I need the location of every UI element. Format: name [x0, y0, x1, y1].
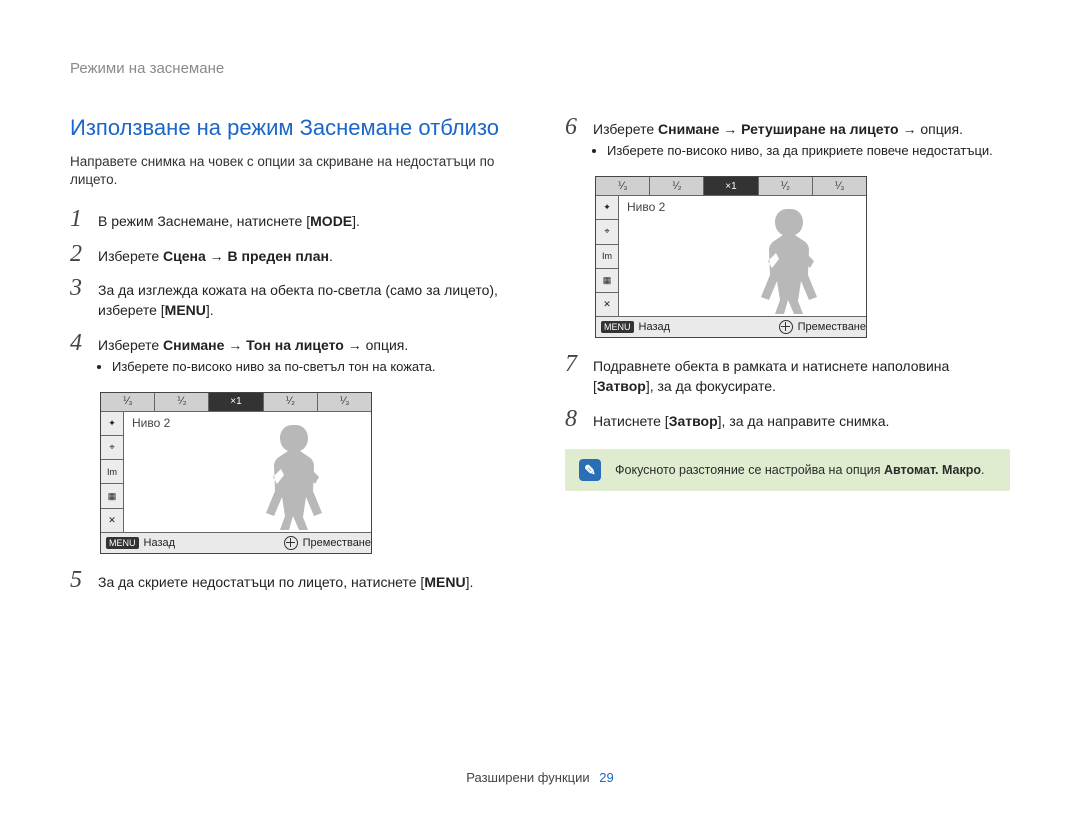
lcd-side-icon: ✦ — [101, 412, 123, 436]
step-text: ], за да направите снимка. — [718, 413, 890, 429]
step-text: ], за да фокусирате. — [646, 378, 776, 394]
step-3: 3 За да изглежда кожата на обекта по-све… — [70, 276, 515, 321]
lcd-side-icon: ⌖ — [101, 436, 123, 460]
intro-text: Направете снимка на човек с опции за скр… — [70, 153, 515, 189]
step-8: 8 Натиснете [Затвор], за да направите сн… — [565, 407, 1010, 431]
step-bullet: Изберете по-високо ниво, за да прикриете… — [607, 143, 993, 160]
page-title: Използване на режим Заснемане отблизо — [70, 115, 515, 141]
step-number: 3 — [70, 276, 98, 300]
lcd-side-icon: ✕ — [596, 293, 618, 316]
step-number: 2 — [70, 242, 98, 266]
lcd-top-cell: ⅟₃ — [813, 177, 866, 195]
step-1: 1 В режим Заснемане, натиснете [MODE]. — [70, 207, 515, 231]
lcd-side-icon: Im — [101, 460, 123, 484]
lcd-side-icon: Im — [596, 245, 618, 269]
back-label: Назад — [639, 321, 671, 333]
step-4: 4 Изберете Снимане → Тон на лицето → опц… — [70, 331, 515, 382]
person-silhouette-icon — [251, 417, 341, 532]
lcd-top-cell: ⅟₂ — [650, 177, 704, 195]
step-bullet: Изберете по-високо ниво за по-светъл тон… — [112, 359, 436, 376]
menu-button-label: MENU — [424, 574, 465, 590]
step-6: 6 Изберете Снимане → Ретуширане на лицет… — [565, 115, 1010, 166]
menu-button-label: MENU — [165, 302, 206, 318]
step-text: → опция. — [344, 337, 408, 353]
level-label: Ниво 2 — [627, 200, 665, 214]
step-text: В режим Заснемане, натиснете [ — [98, 213, 310, 229]
move-label: Преместване — [798, 321, 866, 333]
lcd-side-icon: ✕ — [101, 509, 123, 532]
lcd-bottom-bar: MENU Назад Преместване — [101, 532, 371, 553]
lcd-left-icons: ✦ ⌖ Im ▦ ✕ — [101, 412, 124, 532]
shutter-button-label: Затвор — [597, 378, 646, 394]
lcd-left-icons: ✦ ⌖ Im ▦ ✕ — [596, 196, 619, 316]
footer-section: Разширени функции — [466, 770, 589, 785]
lcd-top-cell: ⅟₂ — [264, 393, 318, 411]
back-label: Назад — [144, 537, 176, 549]
step-2: 2 Изберете Сцена → В преден план. — [70, 242, 515, 266]
move-label: Преместване — [303, 537, 371, 549]
step-number: 8 — [565, 407, 593, 431]
note-text: Фокусното разстояние се настройва на опц… — [615, 463, 884, 477]
menu-chip: MENU — [601, 321, 634, 333]
page-footer: Разширени функции 29 — [0, 770, 1080, 785]
person-silhouette-icon — [746, 201, 836, 316]
camera-screen-2: ⅟₃ ⅟₂ ×1 ⅟₂ ⅟₃ ✦ ⌖ Im ▦ ✕ — [595, 176, 1010, 338]
step-text: За да изглежда кожата на обекта по-светл… — [98, 282, 498, 318]
lcd-top-cell: ⅟₂ — [759, 177, 813, 195]
right-column: 6 Изберете Снимане → Ретуширане на лицет… — [565, 115, 1010, 602]
dpad-icon — [284, 536, 298, 550]
lcd-side-icon: ▦ — [101, 484, 123, 508]
step-number: 7 — [565, 352, 593, 376]
step-7: 7 Подравнете обекта в рамката и натиснет… — [565, 352, 1010, 397]
breadcrumb: Режими на заснемане — [70, 60, 1010, 77]
step-text: Натиснете [ — [593, 413, 669, 429]
step-number: 6 — [565, 115, 593, 139]
step-number: 1 — [70, 207, 98, 231]
level-label: Ниво 2 — [132, 416, 170, 430]
camera-screen-1: ⅟₃ ⅟₂ ×1 ⅟₂ ⅟₃ ✦ ⌖ Im ▦ ✕ — [100, 392, 515, 554]
step-5: 5 За да скриете недостатъци по лицето, н… — [70, 568, 515, 592]
lcd-side-icon: ✦ — [596, 196, 618, 220]
step-bold: Снимане → Ретуширане на лицето — [658, 121, 899, 137]
note-text: . — [981, 463, 984, 477]
step-bold: Сцена → В преден план — [163, 248, 329, 264]
lcd-side-icon: ▦ — [596, 269, 618, 293]
step-text: Изберете — [98, 337, 163, 353]
step-text: Изберете — [593, 121, 658, 137]
lcd-top-bar: ⅟₃ ⅟₂ ×1 ⅟₂ ⅟₃ — [101, 393, 371, 412]
note-box: ✎ Фокусното разстояние се настройва на о… — [565, 449, 1010, 491]
step-bold: Снимане → Тон на лицето — [163, 337, 344, 353]
step-text: ]. — [466, 574, 474, 590]
left-column: Използване на режим Заснемане отблизо На… — [70, 115, 515, 602]
step-text: ]. — [206, 302, 214, 318]
step-number: 5 — [70, 568, 98, 592]
lcd-top-cell: ⅟₃ — [101, 393, 155, 411]
lcd-top-cell: ⅟₃ — [318, 393, 371, 411]
shutter-button-label: Затвор — [669, 413, 718, 429]
step-text: → опция. — [899, 121, 963, 137]
page-number: 29 — [599, 770, 613, 785]
dpad-icon — [779, 320, 793, 334]
lcd-side-icon: ⌖ — [596, 220, 618, 244]
step-number: 4 — [70, 331, 98, 355]
lcd-top-cell-active: ×1 — [209, 393, 263, 411]
lcd-top-cell: ⅟₂ — [155, 393, 209, 411]
step-text: За да скриете недостатъци по лицето, нат… — [98, 574, 424, 590]
info-icon: ✎ — [579, 459, 601, 481]
mode-button-label: MODE — [310, 213, 352, 229]
lcd-top-bar: ⅟₃ ⅟₂ ×1 ⅟₂ ⅟₃ — [596, 177, 866, 196]
lcd-top-cell: ⅟₃ — [596, 177, 650, 195]
lcd-top-cell-active: ×1 — [704, 177, 758, 195]
step-text: Изберете — [98, 248, 163, 264]
note-bold: Автомат. Макро — [884, 463, 981, 477]
step-text: ]. — [352, 213, 360, 229]
lcd-bottom-bar: MENU Назад Преместване — [596, 316, 866, 337]
menu-chip: MENU — [106, 537, 139, 549]
step-text: . — [329, 248, 333, 264]
